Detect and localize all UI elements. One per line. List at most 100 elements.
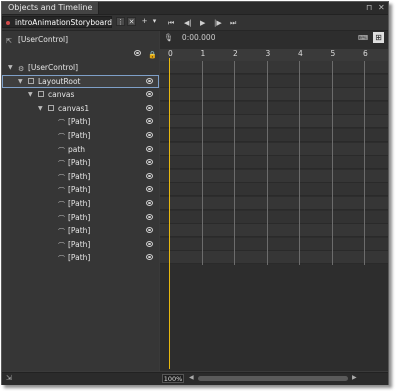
expand-arrow-icon[interactable]: ▼ [38,102,43,115]
canvas-icon [38,91,44,98]
visibility-eye-icon[interactable] [146,172,153,179]
add-storyboard-icon[interactable]: + [140,17,149,26]
tree-item[interactable]: ⌒ [Path] [2,183,159,196]
visibility-eye-icon[interactable] [146,254,153,261]
visibility-eye-icon[interactable] [146,213,153,220]
expand-arrow-icon[interactable]: ▼ [28,88,33,101]
second-gridline [331,61,333,265]
snap-icon[interactable]: ⌨ [358,34,368,42]
tree-item-label: canvas [48,90,75,100]
scroll-right-icon[interactable]: ▶ [352,374,357,381]
tree-item[interactable]: ▼ LayoutRoot [2,74,159,88]
tree-item[interactable]: ⌒ [Path] [2,224,159,237]
pin-icon[interactable]: ⊓ [366,2,372,14]
scope-row[interactable]: ⇱ [UserControl] [2,33,159,46]
status-bar: ⇲ 100% ◀ ▶ [2,372,388,385]
timeline-track[interactable] [160,237,388,251]
tree-item[interactable]: ⌒ [Path] [2,238,159,251]
expand-arrow-icon[interactable]: ▼ [18,75,23,88]
tree-item-label: [Path] [68,226,91,236]
timeline-track[interactable] [160,251,388,265]
tree-item[interactable]: ⌒ [Path] [2,251,159,264]
visibility-eye-icon[interactable] [146,227,153,234]
timeline-track[interactable] [160,183,388,197]
close-storyboard-icon[interactable]: ✕ [127,17,136,26]
timeline-track[interactable] [160,169,388,183]
tree-item[interactable]: ⌒ [Path] [2,115,159,128]
tree-item[interactable]: ⌒ path [2,143,159,156]
tree-item[interactable]: ▼ ⚙ [UserControl] [2,61,159,74]
timeline-track[interactable] [160,74,388,88]
second-gridline [234,61,235,265]
tree-item[interactable]: ⌒ [Path] [2,156,159,169]
record-keyframe-icon[interactable]: 🎙 [164,33,174,42]
storyboard-picker[interactable]: introAnimationStoryboard [2,16,112,28]
path-icon: ⌒ [58,255,65,264]
tree-item[interactable]: ▼ canvas1 [2,102,159,115]
canvas-icon [48,104,54,111]
visibility-eye-icon[interactable] [146,145,153,152]
tree-item-label: canvas1 [58,103,90,113]
timeline-track[interactable] [160,224,388,238]
go-to-last-frame-icon[interactable]: ⏭ [230,17,236,29]
second-gridline [364,61,365,265]
next-frame-icon[interactable]: |▶ [214,17,222,29]
timeline-track[interactable] [160,197,388,210]
timeline-track[interactable] [160,142,388,156]
ruler-tick-label: 4 [298,49,303,58]
scope-toggle-icon[interactable]: ⇲ [6,374,12,382]
visibility-eye-icon[interactable] [146,159,153,166]
storyboard-record-icon [6,21,10,25]
panel-tab[interactable]: Objects and Timeline [2,2,100,14]
ruler-tick-label: 5 [330,49,336,58]
visibility-eye-icon[interactable] [146,104,153,111]
storyboard-options-icon[interactable]: ⋮ [116,17,125,26]
timeline-track[interactable] [160,61,388,74]
tree-item-label: [Path] [68,158,91,168]
tree-item[interactable]: ⌒ [Path] [2,197,159,210]
panel-title-bar: Objects and Timeline ⊓ ✕ [2,2,388,15]
grid-icon [28,77,34,84]
visibility-eye-icon[interactable] [146,91,153,98]
visibility-eye-icon[interactable] [146,118,153,125]
tree-item[interactable]: ⌒ [Path] [2,211,159,224]
scroll-left-icon[interactable]: ◀ [189,374,194,381]
go-to-first-frame-icon[interactable]: ⏮ [168,17,174,29]
timeline-track[interactable] [160,88,388,102]
second-gridline [266,61,268,265]
visibility-eye-icon[interactable] [146,200,153,206]
tree-item-label: [Path] [68,253,91,263]
timeline-track[interactable] [160,101,388,115]
playhead[interactable] [169,58,170,369]
second-gridline [299,61,300,265]
dropdown-icon[interactable]: ▾ [150,17,159,26]
expand-arrow-icon[interactable]: ▼ [8,61,13,74]
tree-item-label: LayoutRoot [38,76,81,86]
ruler-tick-label: 0 [168,49,173,58]
close-icon[interactable]: ✕ [378,2,385,14]
ruler-tick-label: 1 [200,49,206,58]
visibility-eye-icon[interactable] [146,186,153,193]
zoom-fit-icon[interactable]: ⊞ [373,32,384,43]
second-gridline [201,61,203,265]
timeline-track[interactable] [160,115,388,129]
storyboard-name: introAnimationStoryboard [15,18,112,27]
timeline-zoom[interactable]: 100% [162,374,184,383]
tree-item-label: [Path] [68,185,91,195]
tree-item[interactable]: ▼ canvas [2,88,159,101]
visibility-eye-icon[interactable] [146,132,153,138]
visibility-eye-icon[interactable] [146,240,153,247]
current-time[interactable]: 0:00.000 [182,33,216,42]
previous-frame-icon[interactable]: ◀| [184,17,192,29]
visibility-eye-icon[interactable] [146,77,153,84]
visibility-all-icon[interactable] [134,50,141,56]
tree-item[interactable]: ⌒ [Path] [2,170,159,183]
timeline-track[interactable] [160,129,388,142]
play-icon[interactable]: ▶ [200,17,205,29]
timeline-scrollbar[interactable] [198,376,348,381]
timeline-track[interactable] [160,156,388,170]
tree-item[interactable]: ⌒ [Path] [2,129,159,142]
storyboard-toolbar: introAnimationStoryboard ⋮ ✕ + ▾ ⏮ ◀| ▶ … [2,15,388,31]
tree-item-label: [Path] [68,171,91,181]
timeline-track[interactable] [160,210,388,224]
